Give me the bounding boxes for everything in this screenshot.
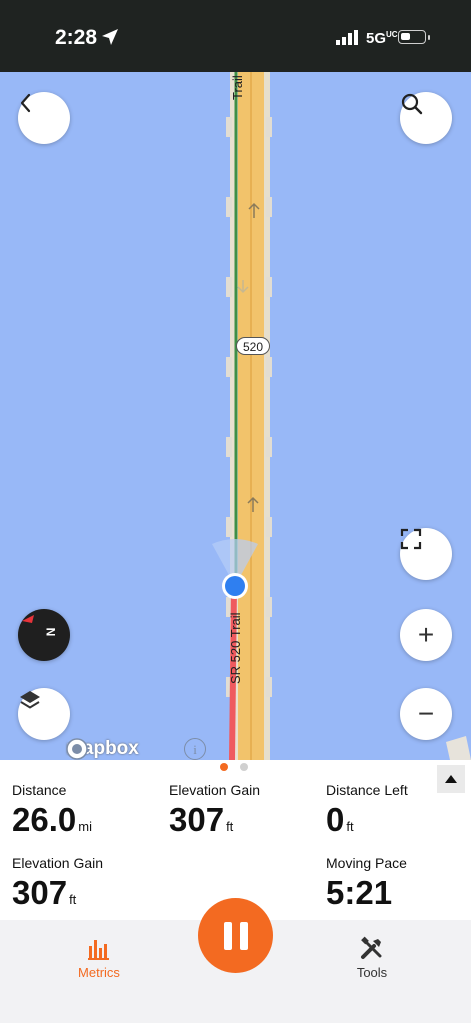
collapse-panel-button[interactable] <box>437 765 465 793</box>
triangle-up-icon <box>445 775 457 783</box>
back-button[interactable] <box>18 92 70 144</box>
compass-icon <box>22 615 34 623</box>
metric-distance: Distance 26.0 mi <box>12 782 92 838</box>
compass-north-label: N <box>43 627 58 637</box>
fullscreen-button[interactable] <box>400 528 452 580</box>
map-view[interactable]: Trail 520 SR 520 Trail + − N mapbox i <box>0 72 471 760</box>
tools-icon <box>361 936 382 959</box>
search-icon <box>401 93 423 115</box>
minus-icon: − <box>417 698 435 729</box>
mapbox-icon <box>66 738 88 760</box>
status-bar: 2:28 5GUC <box>0 0 471 72</box>
metric-distance-left: Distance Left 0 ft <box>326 782 408 838</box>
pause-icon <box>223 921 232 950</box>
bar-chart-icon <box>88 940 109 960</box>
layers-icon <box>20 691 40 709</box>
metrics-panel: Distance 26.0 mi Elevation Gain 307 ft Dis… <box>0 760 471 920</box>
tab-tools-label: Tools <box>356 965 388 980</box>
route-shield: 520 <box>236 337 270 355</box>
mapbox-logo[interactable]: mapbox <box>66 738 139 760</box>
tab-metrics-label: Metrics <box>78 965 120 980</box>
metric-elevation-gain-2: Elevation Gain 307 ft <box>12 855 104 911</box>
zoom-out-button[interactable]: − <box>400 688 452 740</box>
signal-icon <box>336 30 358 45</box>
page-dot <box>240 763 248 771</box>
plus-icon: + <box>417 619 435 650</box>
info-icon[interactable]: i <box>184 738 206 760</box>
tab-tools[interactable]: Tools <box>332 934 412 980</box>
status-time: 2:28 <box>55 26 98 49</box>
zoom-in-button[interactable]: + <box>400 609 452 661</box>
page-dot-active <box>220 763 228 771</box>
battery-icon <box>398 30 426 44</box>
trail-label-top: Trail <box>230 75 245 100</box>
metric-elevation-gain: Elevation Gain 307 ft <box>169 782 261 838</box>
tab-metrics[interactable]: Metrics <box>59 934 139 980</box>
location-arrow-icon <box>102 29 118 45</box>
metric-moving-pace: Moving Pace 5:21 <box>326 855 407 911</box>
trail-label-main: SR 520 Trail <box>228 612 243 684</box>
fullscreen-icon <box>400 528 422 550</box>
pause-button[interactable] <box>198 898 273 973</box>
search-button[interactable] <box>400 92 452 144</box>
chevron-left-icon <box>20 93 31 113</box>
layers-button[interactable] <box>18 688 70 740</box>
network-type: 5GUC <box>366 30 398 47</box>
compass-button[interactable]: N <box>18 609 70 661</box>
page-indicator[interactable] <box>220 763 248 771</box>
